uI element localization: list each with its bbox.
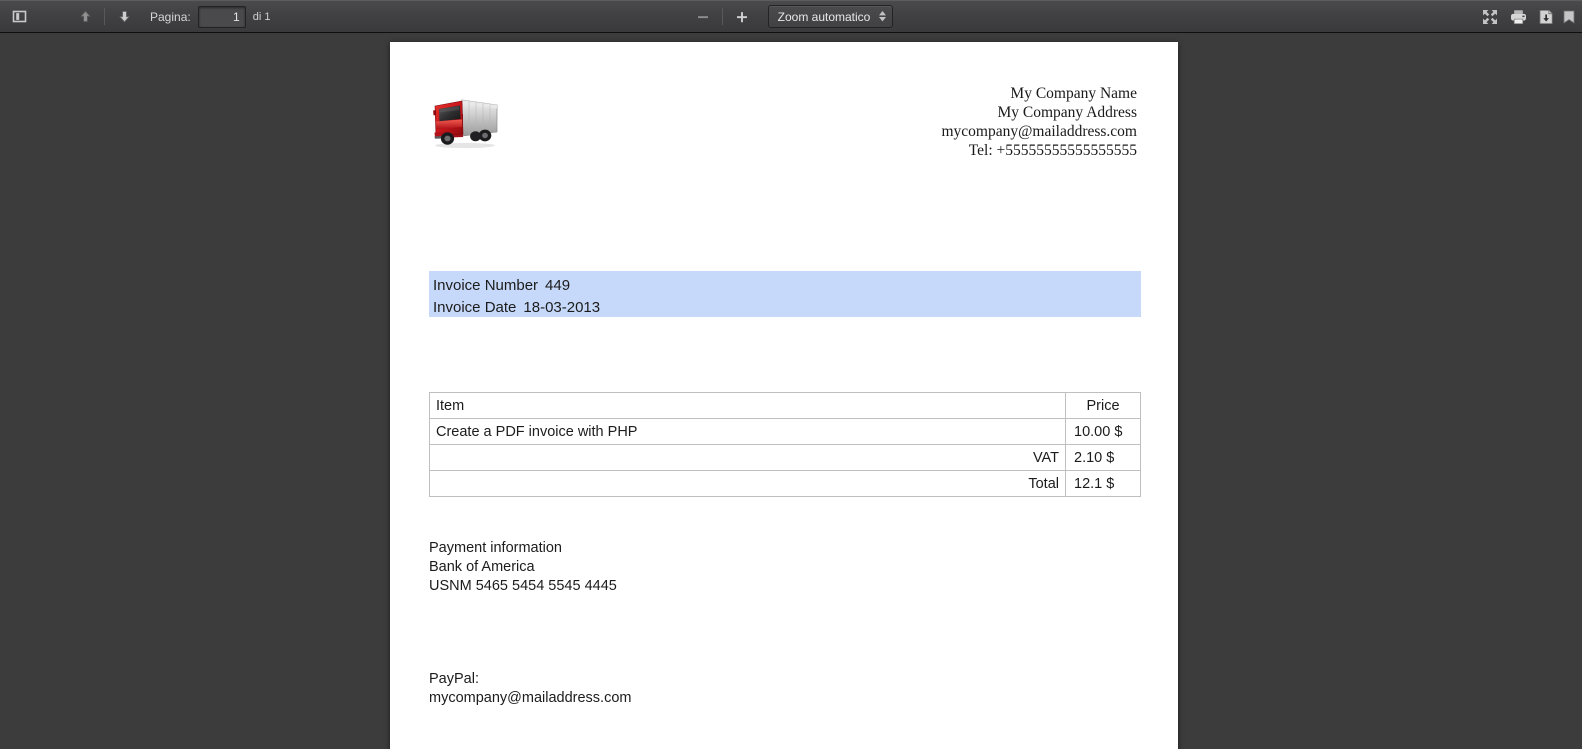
- company-email: mycompany@mailaddress.com: [941, 123, 1138, 140]
- tools-button[interactable]: [1560, 4, 1582, 29]
- zoom-in-button[interactable]: [728, 4, 756, 29]
- previous-page-button[interactable]: [71, 4, 99, 29]
- download-button[interactable]: [1532, 4, 1560, 29]
- invoice-number-label: Invoice Number: [433, 277, 539, 294]
- column-header-price: Price: [1065, 392, 1141, 419]
- total-label: Total: [429, 470, 1066, 497]
- item-price: 10.00 $: [1065, 418, 1141, 445]
- print-icon: [1510, 9, 1526, 24]
- column-header-item: Item: [429, 392, 1066, 419]
- plus-icon: [736, 11, 747, 22]
- fullscreen-icon: [1483, 9, 1497, 24]
- payment-account-number: USNM 5465 5454 5545 4445: [429, 578, 617, 594]
- page-count-label: di 1: [252, 10, 271, 23]
- paypal-email: mycompany@mailaddress.com: [429, 690, 632, 706]
- sidebar-toggle-button[interactable]: [5, 4, 33, 29]
- tools-icon: [1563, 10, 1575, 24]
- toolbar-left-group: Pagina: di 1: [0, 1, 270, 32]
- table-row: Total 12.1 $: [429, 470, 1141, 497]
- payment-bank-name: Bank of America: [429, 559, 535, 575]
- payment-information-block: Payment information Bank of America USNM…: [429, 539, 617, 596]
- invoice-date-row: Invoice Date 18-03-2013: [433, 297, 1141, 319]
- next-page-button[interactable]: [110, 4, 138, 29]
- toolbar-separator-zoom: [721, 8, 723, 25]
- arrow-up-icon: [80, 10, 90, 22]
- table-row: VAT 2.10 $: [429, 444, 1141, 471]
- pdf-page: My Company Name My Company Address mycom…: [390, 42, 1178, 749]
- pdf-viewer-area[interactable]: My Company Name My Company Address mycom…: [0, 33, 1582, 749]
- invoice-date-value: 18-03-2013: [523, 298, 601, 316]
- red-truck-logo-icon: [433, 99, 498, 149]
- paypal-block: PayPal: mycompany@mailaddress.com: [429, 670, 631, 708]
- page-number-input[interactable]: [197, 5, 246, 28]
- company-name: My Company Name: [1010, 85, 1137, 102]
- table-row: Create a PDF invoice with PHP 10.00 $: [429, 418, 1141, 445]
- vat-amount: 2.10 $: [1065, 444, 1141, 471]
- invoice-header: My Company Name My Company Address mycom…: [390, 85, 1178, 168]
- company-details: My Company Name My Company Address mycom…: [942, 84, 1138, 160]
- paypal-title: PayPal:: [429, 671, 479, 687]
- toolbar-right-group: [1476, 1, 1582, 32]
- toolbar-separator: [104, 8, 105, 25]
- company-address: My Company Address: [997, 104, 1138, 121]
- arrow-down-icon: [119, 11, 129, 23]
- invoice-number-value: 449: [545, 277, 571, 294]
- item-description: Create a PDF invoice with PHP: [429, 418, 1066, 445]
- invoice-date-label: Invoice Date: [433, 298, 517, 316]
- vat-label: VAT: [429, 444, 1066, 471]
- page-number-label: Pagina:: [150, 9, 191, 24]
- pdf-toolbar: Pagina: di 1 Zoom automatico: [0, 0, 1582, 33]
- zoom-level-select[interactable]: Zoom automatico: [767, 5, 894, 28]
- sidebar-toggle-icon: [12, 10, 26, 23]
- payment-information-title: Payment information: [429, 540, 562, 556]
- zoom-level-value: Zoom automatico: [777, 9, 871, 24]
- invoice-items-table: Item Price Create a PDF invoice with PHP…: [429, 392, 1141, 497]
- table-header-row: Item Price: [429, 392, 1141, 419]
- company-phone: Tel: +55555555555555555: [968, 142, 1137, 159]
- stepper-arrows-icon: [879, 11, 887, 22]
- invoice-meta-band: Invoice Number 449 Invoice Date 18-03-2013: [429, 271, 1141, 317]
- presentation-mode-button[interactable]: [1476, 4, 1504, 29]
- total-amount: 12.1 $: [1065, 470, 1141, 497]
- print-button[interactable]: [1504, 4, 1532, 29]
- zoom-out-button[interactable]: [689, 4, 717, 29]
- download-icon: [1539, 9, 1553, 24]
- invoice-number-row: Invoice Number 449: [433, 275, 1141, 297]
- minus-icon: [697, 15, 708, 18]
